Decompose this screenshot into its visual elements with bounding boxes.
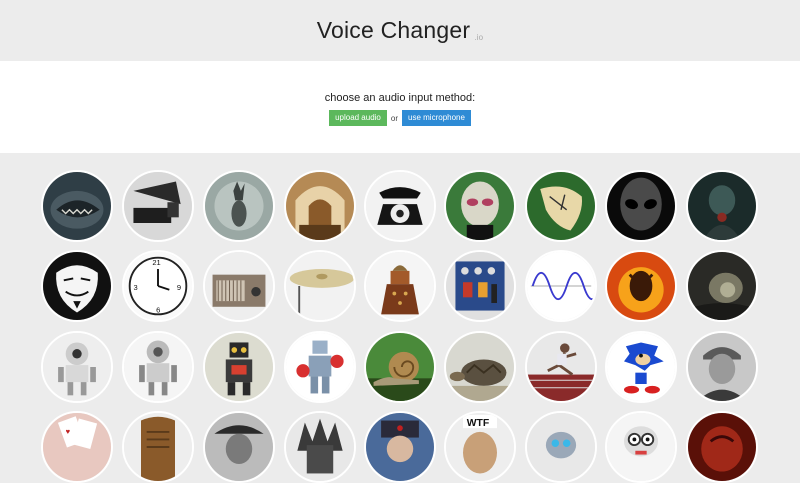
ghost-icon [205,172,273,240]
old-man-icon [688,333,756,401]
voice-telephone[interactable] [364,170,436,242]
grey-alien-icon [607,172,675,240]
voice-fish[interactable] [41,170,113,242]
voice-balrog[interactable] [605,250,677,322]
voice-robot-boxer[interactable] [284,331,356,403]
sine-wave-icon [527,252,595,320]
voice-anonymous-mask[interactable] [41,250,113,322]
cards-icon: ♥ [43,413,111,481]
alien-icon [446,172,514,240]
cave-icon [688,252,756,320]
svg-text:3: 3 [133,283,137,292]
voice-dark-figure[interactable] [686,170,758,242]
title-text: Voice Changer [316,17,471,43]
red-creature-icon [688,413,756,481]
voice-snail[interactable] [364,331,436,403]
voice-man-in-hat[interactable] [203,411,275,483]
voice-wooden-speaker[interactable] [122,411,194,483]
voice-robot-white[interactable] [41,331,113,403]
use-microphone-button[interactable]: use microphone [402,110,471,126]
voice-cartoon-robot[interactable] [605,411,677,483]
svg-text:6: 6 [156,305,160,314]
radio-icon [205,252,273,320]
svg-text:♥: ♥ [66,427,71,436]
input-method-panel: choose an audio input method: upload aud… [0,61,800,153]
voice-cave[interactable] [686,250,758,322]
voice-toy-robot[interactable] [203,331,275,403]
upload-audio-button[interactable]: upload audio [329,110,387,126]
tortoise-icon [446,333,514,401]
man-in-hat-icon [205,413,273,481]
telephone-icon [366,172,434,240]
fish-icon [43,172,111,240]
sprinter-icon [527,333,595,401]
backwards-clock-icon: 21 9 3 6 [124,252,192,320]
snail-icon [366,333,434,401]
input-method-prompt: choose an audio input method: [324,92,476,104]
wooden-speaker-icon [124,413,192,481]
site-header: Voice Changer .io [0,0,800,61]
svg-text:9: 9 [177,283,181,292]
cymbal-icon [286,252,354,320]
voice-grey-alien[interactable] [605,170,677,242]
dark-figure-icon [688,172,756,240]
voice-backwards-clock[interactable]: 21 9 3 6 [122,250,194,322]
svg-text:WTF: WTF [467,418,489,429]
voice-alien[interactable] [444,170,516,242]
soldier-icon [366,413,434,481]
toy-robot-icon [205,333,273,401]
voice-old-man[interactable] [686,331,758,403]
robot-white-icon [43,333,111,401]
anonymous-mask-icon [43,252,111,320]
wtf-face-icon: WTF [446,413,514,481]
voice-church[interactable] [284,170,356,242]
voice-robot-silver[interactable] [122,331,194,403]
voice-cymbal[interactable] [284,250,356,322]
knight-icon [286,413,354,481]
synthesizer-icon [446,252,514,320]
dalek-icon [366,252,434,320]
voice-grid: 21 9 3 6 ♥ WTF [0,153,800,483]
voice-ghost[interactable] [203,170,275,242]
voice-wtf-face[interactable]: WTF [444,411,516,483]
title-tld: .io [474,33,484,42]
voice-tortoise[interactable] [444,331,516,403]
voice-dalek[interactable] [364,250,436,322]
input-method-buttons: upload audio or use microphone [329,110,471,126]
voice-radio[interactable] [203,250,275,322]
voice-sonic[interactable] [605,331,677,403]
sonic-icon [607,333,675,401]
or-separator: or [390,113,399,123]
melting-clock-icon [527,172,595,240]
voice-synthesizer[interactable] [444,250,516,322]
robot-boxer-icon [286,333,354,401]
voice-robot-head[interactable] [525,411,597,483]
voice-melting-clock[interactable] [525,170,597,242]
robot-silver-icon [124,333,192,401]
balrog-icon [607,252,675,320]
robot-head-icon [527,413,595,481]
cartoon-robot-icon [607,413,675,481]
phonograph-icon [124,172,192,240]
voice-cards[interactable]: ♥ [41,411,113,483]
site-title: Voice Changer .io [317,17,484,44]
voice-phonograph[interactable] [122,170,194,242]
voice-knight[interactable] [284,411,356,483]
voice-sprinter[interactable] [525,331,597,403]
voice-sine-wave[interactable] [525,250,597,322]
church-icon [286,172,354,240]
svg-text:21: 21 [152,258,160,267]
voice-red-creature[interactable] [686,411,758,483]
voice-soldier[interactable] [364,411,436,483]
